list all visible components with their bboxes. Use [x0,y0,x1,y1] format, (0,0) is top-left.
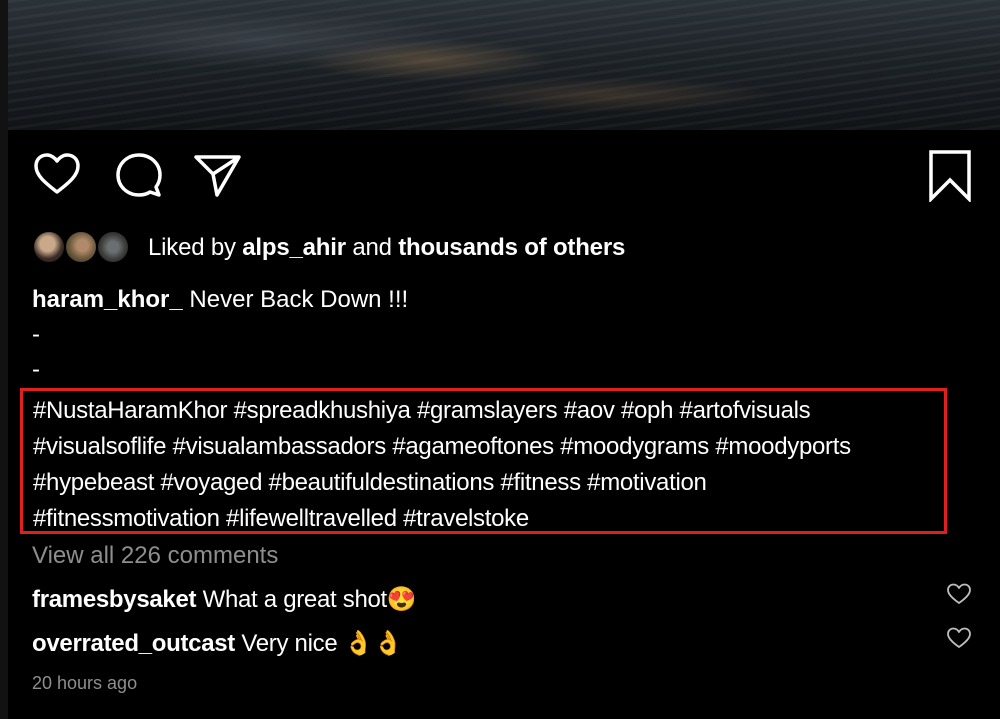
avatar [32,230,66,264]
hashtag-line[interactable]: #visualsoflife #visualambassadors #agame… [33,429,944,465]
likes-prefix: Liked by [148,234,236,261]
comment-text: Very nice 👌👌 [241,630,403,657]
hashtags-box: #NustaHaramKhor #spreadkhushiya #gramsla… [20,388,947,534]
likes-row[interactable]: Liked by alps_ahir and thousands of othe… [32,228,625,268]
hashtag-line[interactable]: #fitnessmotivation #lifewelltravelled #t… [33,501,944,537]
post-image[interactable] [8,0,1000,130]
liker-avatars [32,229,132,267]
comment-like-heart-icon[interactable] [946,582,972,611]
action-bar [32,150,972,204]
caption-line: - [32,356,40,383]
post-timestamp: 20 hours ago [32,673,138,693]
avatar [96,230,130,264]
comment-text: What a great shot😍 [202,586,417,613]
hashtag-line[interactable]: #hypebeast #voyaged #beautifuldestinatio… [33,465,944,501]
paper-plane-icon[interactable] [192,150,242,205]
post-caption: haram_khor_ Never Back Down !!! - - [32,282,408,387]
comment-username[interactable]: overrated_outcast [32,630,235,657]
comment-row: overrated_outcast Very nice 👌👌 [32,629,403,658]
caption-text: Never Back Down !!! [189,286,409,313]
likes-summary: Liked by alps_ahir and thousands of othe… [148,234,625,262]
view-all-comments-link[interactable]: View all 226 comments [32,542,278,570]
left-edge [0,0,8,719]
likes-conjunction: and [352,234,392,261]
comment-bubble-icon[interactable] [114,150,164,205]
hashtag-line[interactable]: #NustaHaramKhor #spreadkhushiya #gramsla… [33,393,944,429]
caption-username[interactable]: haram_khor_ [32,286,183,313]
avatar [64,230,98,264]
comment-like-heart-icon[interactable] [946,626,972,655]
caption-line: - [32,321,40,348]
bookmark-icon[interactable] [928,150,972,207]
heart-icon[interactable] [32,150,82,205]
comment-username[interactable]: framesbysaket [32,586,197,613]
comment-row: framesbysaket What a great shot😍 [32,585,417,614]
likes-others[interactable]: thousands of others [398,234,625,261]
liker-username[interactable]: alps_ahir [242,234,346,261]
